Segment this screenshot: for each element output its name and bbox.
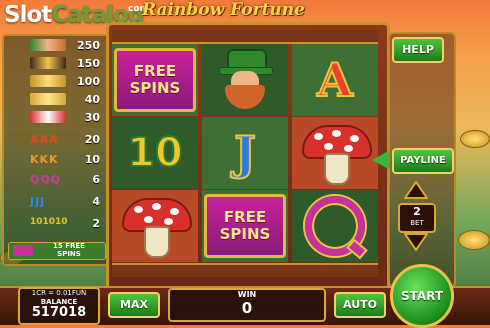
payout-value: 250 [77,39,100,52]
payout-value: 20 [84,133,100,146]
ten-symbol: 10 [126,129,184,177]
leprechaun-icon [209,49,281,111]
payout-symbol: KKK [30,153,59,166]
reel-cell-free-spins: FREE SPINS [112,44,198,116]
letter-q-symbol [305,196,365,256]
paytable-row: 40 [8,92,104,108]
paytable-row: 101010 2 [8,216,104,232]
paytable-row: AAA 20 [8,132,104,148]
payout-value: 2 [92,217,100,230]
paytable-row: KKK 10 [8,152,104,168]
paytable-row: 30 [8,110,104,126]
paytable-row: 150 [8,56,104,72]
letter-a-symbol: A [316,52,354,108]
paytable-row: 100 [8,74,104,90]
reel-cell-leprechaun [202,44,288,116]
reels-grid: FREE SPINS A 10 J FREE SPINS [112,44,378,262]
payline-arrow-icon [372,150,390,170]
paytable-free-spins: 15 FREE SPINS [8,242,106,260]
payout-value: 30 [84,111,100,124]
reels-top-border [112,30,378,44]
free-spins-icon [13,245,33,256]
bet-label: BET [410,219,424,227]
mushroom-icon [30,111,66,123]
leprechaun-beard [225,85,265,109]
payline-button[interactable]: PAYLINE [392,148,454,174]
chevron-up-icon [404,181,428,199]
free-spins-payout-line2: SPINS [57,249,81,258]
letter-j-symbol: J [233,125,257,181]
free-spins-symbol: FREE SPINS [204,194,286,258]
win-value: 0 [241,299,253,317]
leprechaun-icon [30,39,66,51]
balance-value: 517018 [31,305,87,320]
payout-value: 4 [92,195,100,208]
mushroom-icon [112,190,198,262]
gold-coin-decor [460,130,490,148]
free-spins-symbol: FREE SPINS [114,48,196,112]
site-logo-text-1: Slot [4,2,52,28]
payout-symbol: 101010 [30,217,68,227]
bet-value: 2 [413,205,421,218]
bet-decrease-button[interactable] [404,233,428,251]
credit-rate: 1CR = 0.01FUN [31,289,87,297]
free-spins-text-1: FREE [223,208,267,226]
balance-display: 1CR = 0.01FUN BALANCE 517018 [18,287,100,325]
reel-cell-j: J [202,117,288,189]
mushroom-icon [292,117,378,189]
reel-cell-mushroom [112,190,198,262]
win-display: WIN 0 [168,288,326,322]
mushroom-stem [324,153,350,185]
payout-value: 150 [77,57,100,70]
reel-cell-mushroom [292,117,378,189]
payout-symbol: JJJ [30,195,46,208]
reel-cell-a: A [292,44,378,116]
autoplay-button[interactable]: AUTO [334,292,386,318]
paytable: 250 150 100 40 30 AAA 20 KKK 10 QQQ 6 JJ… [2,34,110,266]
mushroom-stem [144,226,170,258]
paytable-row: 250 [8,38,104,54]
pot-of-gold-icon [30,57,66,69]
reel-cell-ten: 10 [112,117,198,189]
free-spins-text-2: SPINS [219,225,271,243]
gold-coin-decor [458,230,490,250]
payout-value: 100 [77,75,100,88]
game-title: Rainbow Fortune [142,0,305,20]
bet-increase-button[interactable] [404,181,428,199]
payout-symbol: AAA [30,133,59,146]
horseshoe-icon [30,75,66,87]
gold-coins-icon [30,93,66,105]
free-spins-text-2: SPINS [129,79,181,97]
start-spin-button[interactable]: START [390,264,454,328]
bet-display: 2 BET [398,203,436,233]
payout-symbol: QQQ [30,173,62,186]
payout-value: 40 [84,93,100,106]
paytable-row: QQQ 6 [8,172,104,188]
paytable-row: JJJ 4 [8,194,104,210]
chevron-down-icon [404,233,428,251]
payout-value: 6 [92,173,100,186]
reel-cell-q [292,190,378,262]
payout-value: 10 [84,153,100,166]
free-spins-text-1: FREE [133,62,177,80]
help-button[interactable]: HELP [392,37,444,63]
reels-bottom-border [112,263,378,277]
reel-cell-free-spins: FREE SPINS [202,190,288,262]
free-spins-payout: 15 FREE SPINS [37,242,101,258]
max-bet-button[interactable]: MAX [108,292,160,318]
